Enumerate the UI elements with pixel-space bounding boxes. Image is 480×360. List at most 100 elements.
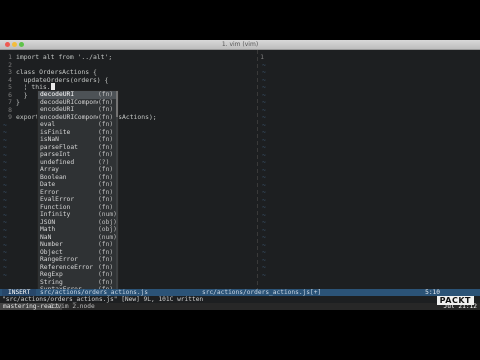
completion-item[interactable]: Object (fn) bbox=[38, 249, 118, 257]
tmux-window-list[interactable]: 1.vim 2.node bbox=[50, 303, 95, 310]
completion-item[interactable]: RangeError (fn) bbox=[38, 256, 118, 264]
autocomplete-popup[interactable]: decodeURI(fn)decodeURIComponent(fn)encod… bbox=[38, 91, 118, 309]
completion-item-name: parseFloat bbox=[40, 143, 78, 151]
empty-buffer-line: ~ bbox=[262, 255, 266, 264]
empty-buffer-line: ~ bbox=[262, 173, 266, 181]
completion-item-name: decodeURI bbox=[40, 91, 75, 98]
completion-item[interactable]: String (fn) bbox=[38, 279, 118, 287]
vertical-split-divider[interactable] bbox=[257, 50, 258, 289]
empty-buffer-line: ~ bbox=[262, 75, 266, 84]
completion-item-name: RegExp bbox=[40, 271, 63, 278]
completion-item[interactable]: Date (fn) bbox=[38, 181, 118, 189]
completion-item-name: decodeURIComponent bbox=[40, 98, 98, 106]
completion-item-name: encodeURI bbox=[40, 106, 75, 113]
completion-item[interactable]: isNaN (fn) bbox=[38, 136, 118, 144]
empty-buffer-line: ~ bbox=[262, 188, 266, 196]
completion-item[interactable]: parseInt (fn) bbox=[38, 151, 118, 159]
completion-item[interactable]: eval (fn) bbox=[38, 121, 118, 129]
completion-item[interactable]: JSON (obj) bbox=[38, 219, 118, 227]
completion-item-kind: (fn) bbox=[98, 241, 114, 248]
vim-command-line[interactable]: "src/actions/orders_actions.js" [New] 9L… bbox=[0, 296, 480, 303]
completion-item-name: JSON bbox=[40, 218, 56, 226]
completion-item-kind: (fn) bbox=[98, 166, 114, 173]
empty-buffer-line: ~ bbox=[262, 143, 266, 151]
completion-item-name: undefined bbox=[40, 158, 75, 166]
screen: 1. vim (vim) 1 import alt from '../alt'; 2… bbox=[0, 0, 480, 360]
empty-buffer-line: ~ bbox=[262, 113, 266, 121]
code-text[interactable]: import alt from '../alt'; bbox=[12, 53, 112, 61]
completion-item-name: Array bbox=[40, 166, 59, 173]
empty-buffer-line: ~ bbox=[262, 233, 266, 241]
completion-item-name: Math bbox=[40, 226, 56, 233]
completion-item-name: NaN bbox=[40, 233, 52, 241]
completion-item-name: EvalError bbox=[40, 196, 75, 203]
empty-buffer-line: ~ bbox=[262, 90, 266, 99]
completion-item-kind: (fn) bbox=[98, 196, 114, 203]
completion-item-kind: (fn) bbox=[98, 263, 114, 271]
completion-item-kind: (fn) bbox=[98, 113, 114, 121]
completion-item[interactable]: isFinite (fn) bbox=[38, 129, 118, 137]
empty-buffer-line: ~ bbox=[262, 270, 266, 279]
completion-item-name: RangeError bbox=[40, 256, 78, 263]
empty-buffer-line: ~ bbox=[262, 60, 266, 69]
vim-statusline: INSERT src/actions/orders_actions.js src… bbox=[0, 289, 480, 296]
completion-item[interactable]: Math (obj) bbox=[38, 226, 118, 234]
packt-watermark-logo: PACKT bbox=[436, 296, 474, 305]
completion-item[interactable]: Infinity (num) bbox=[38, 211, 118, 219]
cursor-position: 5:10 bbox=[425, 289, 440, 296]
completion-item[interactable]: parseFloat (fn) bbox=[38, 144, 118, 152]
code-text[interactable]: class OrdersActions { bbox=[12, 68, 97, 76]
right-split-pane[interactable]: 1 ~ ~ ~ ~ ~ ~ ~ ~ ~ ~ ~ ~ ~ ~ ~ ~ ~ ~ ~ ~ ~ ~ ~ ~ ~ ~ ~ ~ ~ bbox=[259, 53, 480, 286]
empty-buffer-line: ~ bbox=[262, 120, 266, 129]
completion-item-name: eval bbox=[40, 121, 56, 128]
completion-item[interactable]: ReferenceError (fn) bbox=[38, 264, 118, 272]
code-line[interactable]: 1 import alt from '../alt'; bbox=[0, 53, 257, 62]
completion-item-kind: (fn) bbox=[98, 203, 114, 211]
completion-item[interactable]: RegExp (fn) bbox=[38, 271, 118, 279]
text-cursor bbox=[50, 83, 55, 91]
completion-item[interactable]: Number (fn) bbox=[38, 241, 118, 249]
completion-item-name: Infinity bbox=[40, 211, 71, 218]
empty-buffer-line: ~ bbox=[262, 225, 266, 234]
completion-item[interactable]: encodeURIComponent(fn) bbox=[38, 114, 118, 122]
vim-editor[interactable]: 1 import alt from '../alt'; 2 3 class Orders… bbox=[0, 50, 480, 309]
completion-item-kind: (fn) bbox=[98, 248, 114, 256]
completion-item[interactable]: encodeURI (fn) bbox=[38, 106, 118, 114]
empty-buffer-line: ~ bbox=[262, 248, 266, 256]
completion-item[interactable]: Function (fn) bbox=[38, 204, 118, 212]
completion-item-name: Error bbox=[40, 188, 59, 196]
completion-item-name: Date bbox=[40, 181, 56, 188]
completion-item-kind: (fn) bbox=[98, 188, 114, 196]
code-text[interactable]: } bbox=[12, 98, 20, 106]
autocomplete-scroll-thumb[interactable] bbox=[116, 91, 118, 117]
code-line[interactable]: 1 bbox=[259, 53, 480, 62]
completion-item-kind: (fn) bbox=[98, 256, 114, 263]
completion-item[interactable]: Array (fn) bbox=[38, 166, 118, 174]
empty-buffer-line: ~ bbox=[262, 150, 266, 159]
completion-item-kind: (fn) bbox=[98, 143, 114, 151]
code-text[interactable]: ¦ this. bbox=[12, 83, 51, 91]
empty-buffer-line: ~ bbox=[262, 83, 266, 91]
completion-item[interactable]: NaN (num) bbox=[38, 234, 118, 242]
completion-item-name: isFinite bbox=[40, 128, 71, 136]
completion-item-name: String bbox=[40, 278, 63, 286]
empty-buffer-line: ~ bbox=[262, 128, 266, 136]
window-titlebar: 1. vim (vim) bbox=[0, 40, 480, 50]
completion-item[interactable]: undefined (?) bbox=[38, 159, 118, 167]
empty-buffer-line: ~ bbox=[262, 240, 266, 249]
completion-item-kind: (fn) bbox=[98, 98, 114, 106]
completion-item-name: isNaN bbox=[40, 136, 59, 143]
completion-item[interactable]: decodeURI (fn) bbox=[38, 91, 118, 99]
autocomplete-scrollbar[interactable] bbox=[116, 91, 118, 309]
completion-item-kind: (?) bbox=[98, 158, 110, 166]
empty-buffer-line: ~ bbox=[262, 203, 266, 211]
completion-item[interactable]: Error (fn) bbox=[38, 189, 118, 197]
completion-item-kind: (fn) bbox=[98, 136, 114, 143]
completion-item[interactable]: Boolean (fn) bbox=[38, 174, 118, 182]
empty-buffer-line: ~ bbox=[262, 195, 266, 204]
completion-item[interactable]: decodeURIComponent(fn) bbox=[38, 99, 118, 107]
right-pane-filename: src/actions/orders_actions.js[+] bbox=[202, 289, 322, 296]
completion-item[interactable]: EvalError (fn) bbox=[38, 196, 118, 204]
completion-item-kind: (fn) bbox=[98, 151, 114, 158]
completion-item-name: Function bbox=[40, 203, 71, 211]
